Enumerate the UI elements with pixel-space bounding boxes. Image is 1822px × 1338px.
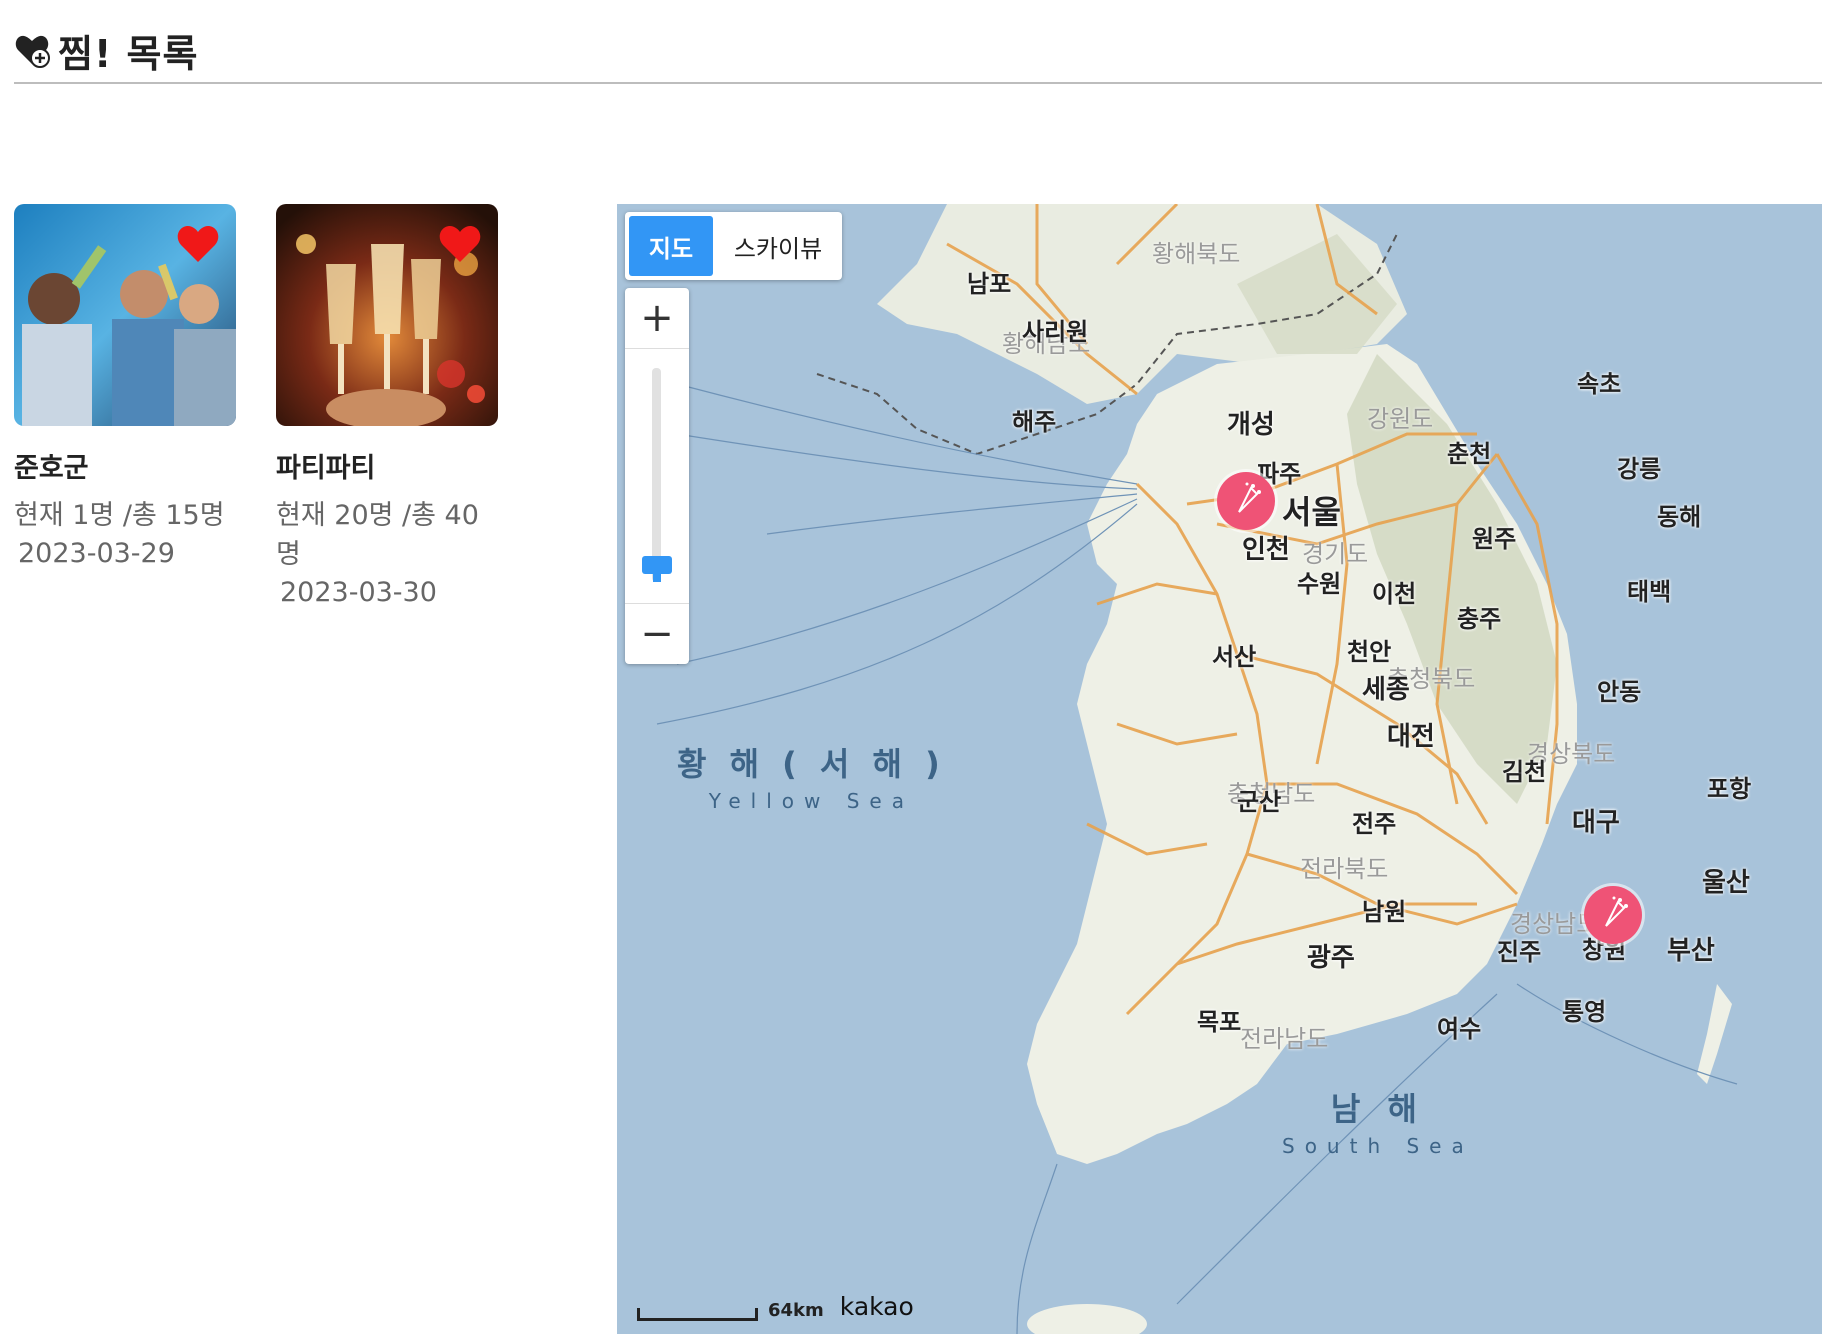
map-view[interactable]: 황 해 ( 서 해 ) Yellow Sea 남 해 South Sea 경기도… (617, 204, 1822, 1334)
city-label: 부산 (1667, 936, 1715, 966)
city-label: 통영 (1562, 998, 1607, 1026)
province-label: 전라북도 (1300, 855, 1389, 883)
favorite-name: 준호군 (14, 453, 89, 484)
party-marker-icon[interactable] (1217, 472, 1275, 530)
city-label: 춘천 (1447, 440, 1492, 468)
city-label: 태백 (1627, 578, 1672, 606)
zoom-control: + − (625, 288, 689, 664)
heart-plus-icon (15, 35, 50, 68)
heart-icon[interactable] (176, 224, 220, 264)
city-label: 서울 (1282, 493, 1341, 531)
city-label: 남원 (1362, 898, 1407, 926)
scale-bar (637, 1308, 758, 1321)
favorite-count: 현재 1명 /총 15명 (14, 500, 225, 531)
city-label: 강릉 (1617, 455, 1662, 483)
city-label: 천안 (1347, 638, 1392, 666)
city-label: 진주 (1497, 938, 1542, 966)
city-label: 대구 (1572, 808, 1620, 838)
city-label: 원주 (1472, 525, 1517, 553)
city-label: 이천 (1372, 580, 1417, 608)
zoom-slider-handle[interactable] (642, 556, 672, 582)
heart-icon[interactable] (438, 224, 482, 264)
city-label: 서산 (1212, 643, 1257, 671)
city-label: 충주 (1457, 605, 1502, 633)
page-header: 찜! 목록 (14, 20, 198, 80)
city-label: 인천 (1242, 535, 1290, 565)
sea-label-west: 황 해 ( 서 해 ) Yellow Sea (677, 745, 946, 813)
city-label: 세종 (1362, 675, 1410, 705)
scale-distance: 64km (768, 1300, 824, 1321)
party-marker-icon[interactable] (1584, 886, 1642, 944)
zoom-slider-track[interactable] (652, 368, 661, 582)
city-label: 김천 (1502, 758, 1547, 786)
favorite-card[interactable]: 파티파티 현재 20명 /총 40명 2023-03-30 (276, 204, 498, 608)
city-label: 여수 (1437, 1015, 1482, 1043)
city-label: 개성 (1227, 410, 1275, 440)
city-label: 목포 (1197, 1008, 1242, 1036)
city-label: 사리원 (1022, 318, 1089, 346)
favorite-date: 2023-03-30 (280, 577, 437, 608)
city-label: 광주 (1307, 943, 1355, 973)
city-label: 대전 (1387, 722, 1435, 752)
map-type-map-button[interactable]: 지도 (629, 216, 713, 276)
city-label: 동해 (1657, 503, 1702, 531)
favorite-count: 현재 20명 /총 40명 (276, 500, 479, 570)
zoom-in-button[interactable]: + (625, 288, 689, 349)
zoom-out-button[interactable]: − (625, 603, 689, 664)
sea-label-south: 남 해 South Sea (1282, 1090, 1474, 1158)
city-label: 남포 (967, 270, 1012, 298)
city-label: 군산 (1237, 788, 1282, 816)
favorite-name: 파티파티 (276, 453, 376, 484)
province-label: 황해북도 (1152, 240, 1241, 268)
province-label: 전라남도 (1240, 1025, 1329, 1053)
map-scale: 64km kakao (637, 1292, 914, 1321)
city-label: 수원 (1297, 570, 1342, 598)
favorite-thumbnail[interactable] (14, 204, 236, 426)
map-provider-logo: kakao (839, 1292, 914, 1321)
map-type-control: 지도 스카이뷰 (625, 212, 842, 280)
favorite-card[interactable]: 준호군 현재 1명 /총 15명 2023-03-29 (14, 204, 236, 569)
city-label: 안동 (1597, 678, 1642, 706)
header-divider (14, 82, 1822, 84)
map-type-skyview-button[interactable]: 스카이뷰 (717, 216, 839, 276)
page-title: 찜! 목록 (58, 31, 199, 76)
favorite-date: 2023-03-29 (18, 538, 175, 569)
city-label: 포항 (1707, 775, 1752, 803)
city-label: 울산 (1702, 868, 1750, 898)
city-label: 전주 (1352, 810, 1397, 838)
favorite-thumbnail[interactable] (276, 204, 498, 426)
city-label: 속초 (1577, 370, 1622, 398)
province-label: 강원도 (1367, 405, 1434, 433)
city-label: 해주 (1012, 408, 1057, 436)
